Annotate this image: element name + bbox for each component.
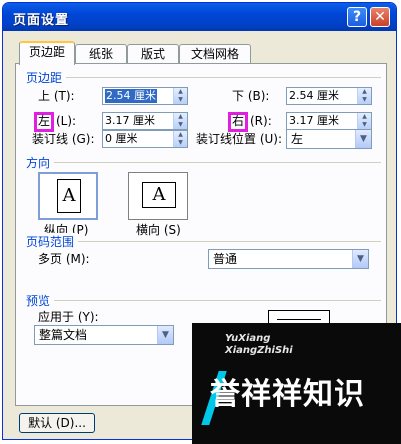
left-margin-value: 3.17 厘米 [105,114,155,127]
spin-arrows-icon[interactable]: ▲ ▼ [173,113,187,129]
watermark-text: 誉祥祥知识 [210,377,365,412]
apply-to-select[interactable]: 整篇文档 ▼ [34,325,174,345]
title-bar: 页面设置 ? ✕ [3,3,396,31]
group-divider [78,241,381,242]
chevron-down-icon[interactable]: ▼ [157,326,173,344]
gutter-value: 0 厘米 [105,132,138,145]
portrait-option[interactable]: A [38,172,98,220]
tab-document-grid[interactable]: 文档网格 [179,44,251,64]
gutter-position-label: 装订线位置 (U): [196,132,283,146]
multiple-pages-label: 多页 (M): [38,252,90,266]
right-margin-label-char: 右 [232,114,245,128]
right-margin-input[interactable]: 3.17 厘米 ▲ ▼ [286,112,372,130]
spin-arrows-icon[interactable]: ▲ ▼ [357,88,371,104]
margins-group-label: 页边距 [26,69,67,86]
default-button[interactable]: 默认 (D)... [19,413,95,433]
left-margin-label: (L): [56,114,77,128]
chevron-down-icon[interactable]: ▼ [355,130,371,148]
close-button[interactable]: ✕ [370,7,390,27]
chevron-down-icon[interactable]: ▼ [352,250,368,268]
gutter-input[interactable]: 0 厘米 ▲ ▼ [102,130,188,148]
apply-to-value: 整篇文档 [39,328,88,342]
group-divider [52,162,381,163]
bottom-margin-value: 2.54 厘米 [289,89,339,102]
preview-line [277,319,321,320]
help-button[interactable]: ? [347,7,367,27]
top-margin-label: 上 (T): [38,89,75,103]
group-divider [66,77,381,78]
portrait-page-icon: A [57,179,81,213]
spin-arrows-icon[interactable]: ▲ ▼ [173,131,187,147]
bottom-margin-input[interactable]: 2.54 厘米 ▲ ▼ [286,87,372,105]
tab-margins[interactable]: 页边距 [19,41,75,65]
gutter-position-value: 左 [291,132,304,146]
watermark-logo: YuXiang XiangZhiShi 誉祥祥知识 [192,323,401,444]
left-margin-label-char: 左 [38,114,51,128]
right-margin-value: 3.17 厘米 [289,114,339,127]
spin-arrows-icon[interactable]: ▲ ▼ [357,113,371,129]
landscape-page-icon: A [142,182,176,208]
apply-to-label: 应用于 (Y): [38,310,99,324]
top-margin-value: 2.54 厘米 [105,89,157,103]
top-margin-input[interactable]: 2.54 厘米 ▲ ▼ [102,87,188,105]
left-margin-input[interactable]: 3.17 厘米 ▲ ▼ [102,112,188,130]
bottom-margin-label: 下 (B): [232,89,270,103]
landscape-label[interactable]: 横向 (S) [136,222,181,238]
gutter-position-select[interactable]: 左 ▼ [286,129,372,149]
window-title: 页面设置 [13,13,70,28]
watermark-line1: YuXiang [225,333,271,344]
orientation-group-label: 方向 [26,154,55,171]
pages-group-label: 页码范围 [26,233,79,250]
group-divider [52,300,381,301]
right-margin-label: (R): [250,114,272,128]
watermark-line2: XiangZhiShi [225,345,293,356]
tab-layout[interactable]: 版式 [127,44,179,64]
spin-arrows-icon[interactable]: ▲ ▼ [173,88,187,104]
gutter-label: 装订线 (G): [32,132,95,146]
preview-group-label: 预览 [26,292,55,309]
tab-paper[interactable]: 纸张 [75,44,127,64]
multiple-pages-value: 普通 [213,252,238,266]
multiple-pages-select[interactable]: 普通 ▼ [208,249,369,269]
landscape-option[interactable]: A [128,172,188,220]
